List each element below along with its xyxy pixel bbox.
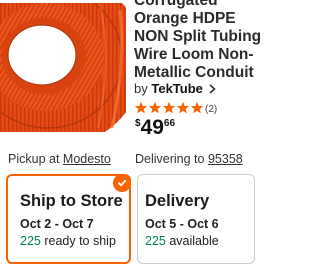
price-currency: $ (135, 118, 141, 129)
chevron-right-icon (208, 84, 216, 94)
star-icon (134, 101, 148, 114)
product-title-line: Orange HDPE (134, 10, 236, 27)
price-cents: 66 (163, 118, 176, 129)
brand-prefix: by (134, 81, 148, 96)
product-title-line: NON Split Tubing (134, 28, 262, 45)
delivery-card[interactable]: Delivery Oct 5 - Oct 6 225 available (137, 174, 255, 264)
delivery-stock-count: 225 (145, 234, 166, 248)
rating-count[interactable]: (2) (205, 104, 217, 115)
product-title-line: Metallic Conduit (134, 64, 254, 81)
star-icon (148, 101, 162, 114)
star-icon (176, 101, 190, 114)
ship-to-store-title: Ship to Store (20, 192, 123, 210)
ship-to-store-stock: 225 ready to ship (20, 234, 116, 248)
delivering-location: Delivering to 95358 (135, 152, 243, 166)
brand-name: TekTube (151, 81, 203, 96)
delivering-label: Delivering to (135, 152, 205, 166)
product-title-line: Corrugated (134, 0, 218, 9)
pickup-location: Pickup at Modesto (8, 152, 111, 166)
product-title-line: Wire Loom Non- (134, 46, 254, 63)
ship-to-store-card[interactable]: Ship to Store Oct 2 - Oct 7 225 ready to… (6, 174, 131, 264)
star-icon-row (134, 101, 204, 114)
brand-link[interactable]: by TekTube (134, 81, 216, 96)
delivery-zip-link[interactable]: 95358 (208, 152, 243, 166)
ship-stock-label: ready to ship (44, 234, 116, 248)
check-icon (113, 174, 131, 192)
price-dollars: 49 (140, 116, 164, 139)
delivery-title: Delivery (145, 192, 210, 210)
ship-to-store-dates: Oct 2 - Oct 7 (20, 217, 94, 231)
product-image[interactable] (0, 0, 126, 132)
image-carousel-dots[interactable] (0, 0, 126, 8)
star-icon (162, 101, 176, 114)
star-icon (190, 101, 204, 114)
price: $4966 (135, 116, 175, 140)
delivery-stock: 225 available (145, 234, 219, 248)
pickup-store-link[interactable]: Modesto (63, 152, 111, 166)
delivery-stock-label: available (169, 234, 219, 248)
pickup-label: Pickup at (8, 152, 60, 166)
product-title: Corrugated Orange HDPE NON Split Tubing … (134, 0, 262, 82)
ship-stock-count: 225 (20, 234, 41, 248)
orange-tubing-coil-image (0, 0, 126, 132)
delivery-dates: Oct 5 - Oct 6 (145, 217, 219, 231)
